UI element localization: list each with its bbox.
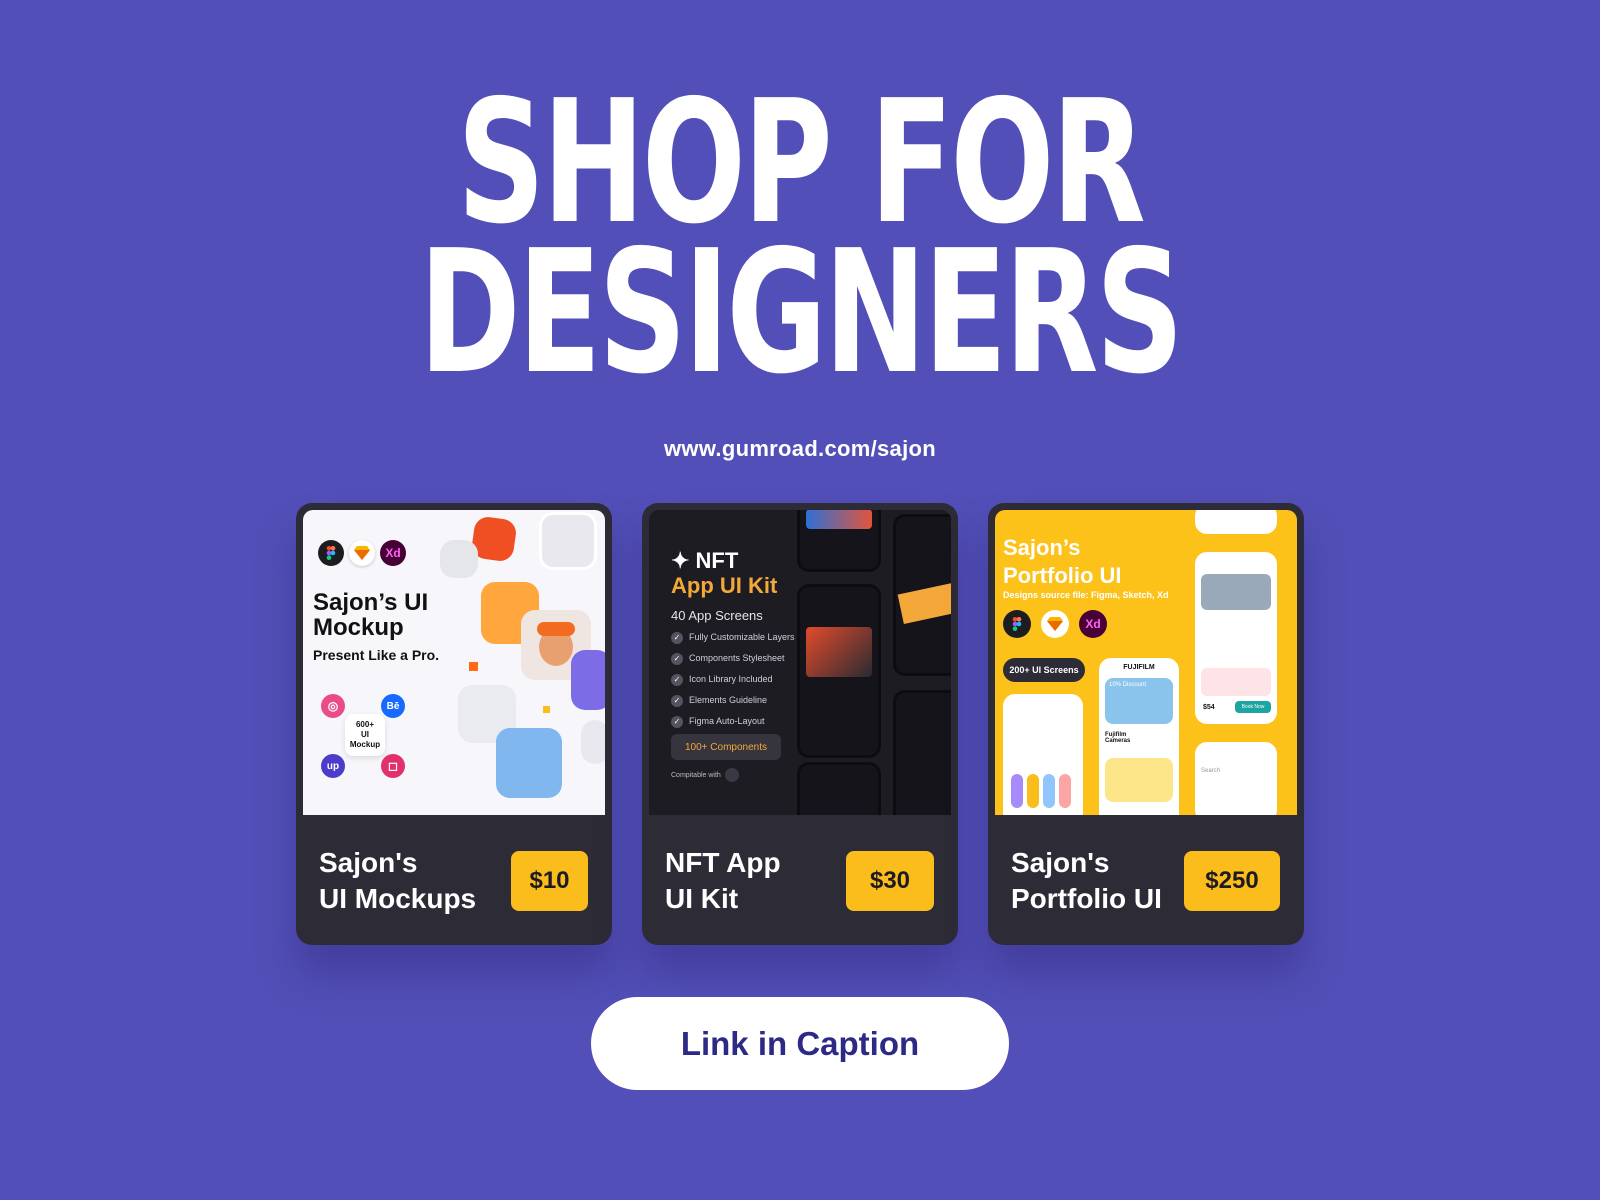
product-title-line-1: Sajon's <box>319 847 418 878</box>
sketch-icon <box>349 540 375 566</box>
book-button: Book Now <box>1235 701 1271 713</box>
phone-screen <box>797 584 881 758</box>
product-title[interactable]: Sajon's UI Mockups <box>319 845 476 917</box>
price-button[interactable]: $250 <box>1184 851 1280 911</box>
product-title-line-2: UI Kit <box>665 883 739 914</box>
badge-line: Mockup <box>349 740 381 749</box>
product-tile <box>1105 758 1173 802</box>
phone-screen <box>797 762 881 815</box>
preview-heading-line-2: App UI Kit <box>671 573 778 598</box>
preview-heading-line-2: Portfolio UI <box>1003 563 1122 588</box>
figma-icon <box>318 540 344 566</box>
components-badge: 100+ Components <box>671 734 781 760</box>
product-title-line-2: Portfolio UI <box>1011 883 1162 914</box>
device-tile <box>581 720 605 764</box>
link-in-caption-button[interactable]: Link in Caption <box>591 997 1009 1090</box>
preview-image-portfolio-ui: Sajon’s Portfolio UI Designs source file… <box>995 510 1297 815</box>
product-title[interactable]: Sajon's Portfolio UI <box>1011 845 1162 917</box>
phone-screen <box>797 510 881 572</box>
preview-subheading: Designs source file: Figma, Sketch, Xd <box>1003 590 1169 600</box>
screens-badge: 200+ UI Screens <box>1003 658 1085 682</box>
preview-subheading: 40 App Screens <box>671 608 763 623</box>
xd-icon: Xd <box>380 540 406 566</box>
preview-heading-line-1: Sajon’s UI <box>313 589 429 616</box>
preview-image-ui-mockups: Xd Sajon’s UI Mockup Present Like a Pro.… <box>303 510 605 815</box>
mockup-count-badge: 600+ UI Mockup <box>345 714 385 756</box>
product-title-line-2: UI Mockups <box>319 883 477 914</box>
headline: SHOP FOR DESIGNERS <box>224 78 1376 412</box>
product-card-ui-mockups[interactable]: Xd Sajon’s UI Mockup Present Like a Pro.… <box>296 503 612 945</box>
discount-banner: 10% Discount <box>1105 678 1173 724</box>
app-screen <box>1003 694 1083 815</box>
app-screen <box>1195 510 1277 534</box>
phone-tile <box>571 650 605 710</box>
app-screen: FUJIFILM 10% Discount Fujifilm Cameras <box>1099 658 1179 815</box>
app-screen: Search <box>1195 742 1277 815</box>
device-tile <box>440 540 478 578</box>
feature-item: Figma Auto-Layout <box>671 716 765 728</box>
preview-heading: ✦ NFT App UI Kit <box>671 548 777 598</box>
compatible-label: Compitable with <box>671 772 721 779</box>
xd-icon: Xd <box>1079 610 1107 638</box>
badge-line: 600+ <box>355 720 375 729</box>
feature-item: Elements Guideline <box>671 695 767 707</box>
decor-square <box>543 706 550 713</box>
price-button[interactable]: $30 <box>846 851 934 911</box>
preview-heading: Sajon’s UI Mockup <box>313 590 428 640</box>
headline-line-2: DESIGNERS <box>419 214 1184 412</box>
preview-heading-line-2: Mockup <box>313 614 404 641</box>
price-button[interactable]: $10 <box>511 851 588 911</box>
phone-tile <box>496 728 562 798</box>
product-title-line-1: Sajon's <box>1011 847 1110 878</box>
store-url[interactable]: www.gumroad.com/sajon <box>0 436 1600 462</box>
product-title-line-1: NFT App <box>665 847 781 878</box>
price-label: $54 <box>1203 704 1215 711</box>
app-screen: $54 Book Now <box>1195 552 1277 724</box>
category-label: Fujifilm Cameras <box>1105 732 1131 744</box>
product-card-portfolio-ui[interactable]: Sajon’s Portfolio UI Designs source file… <box>988 503 1304 945</box>
feature-item: Components Stylesheet <box>671 653 785 665</box>
decor-square <box>469 662 478 671</box>
preview-image-nft-app: ✦ NFT App UI Kit 40 App Screens Fully Cu… <box>649 510 951 815</box>
instagram-icon: ◻ <box>381 754 405 778</box>
feature-item: Fully Customizable Layers <box>671 632 795 644</box>
preview-heading: Sajon’s Portfolio UI <box>1003 534 1122 590</box>
preview-heading-line-1: Sajon’s <box>1003 535 1081 560</box>
device-tile <box>539 512 597 570</box>
dribbble-icon: ◎ <box>321 694 345 718</box>
upwork-icon: up <box>321 754 345 778</box>
behance-icon: Bē <box>381 694 405 718</box>
figma-icon <box>1003 610 1031 638</box>
phone-screen <box>893 690 951 815</box>
brand-label: FUJIFILM <box>1123 664 1155 671</box>
phone-screen <box>893 514 951 676</box>
sketch-icon <box>1041 610 1069 638</box>
feature-item: Icon Library Included <box>671 674 773 686</box>
preview-tagline: Present Like a Pro. <box>313 647 440 663</box>
preview-heading-line-1: ✦ NFT <box>671 548 739 573</box>
product-title[interactable]: NFT App UI Kit <box>665 845 781 917</box>
badge-line: UI <box>361 730 369 739</box>
product-card-nft-app-ui-kit[interactable]: ✦ NFT App UI Kit 40 App Screens Fully Cu… <box>642 503 958 945</box>
figma-icon <box>725 768 739 782</box>
search-label: Search <box>1201 768 1221 774</box>
